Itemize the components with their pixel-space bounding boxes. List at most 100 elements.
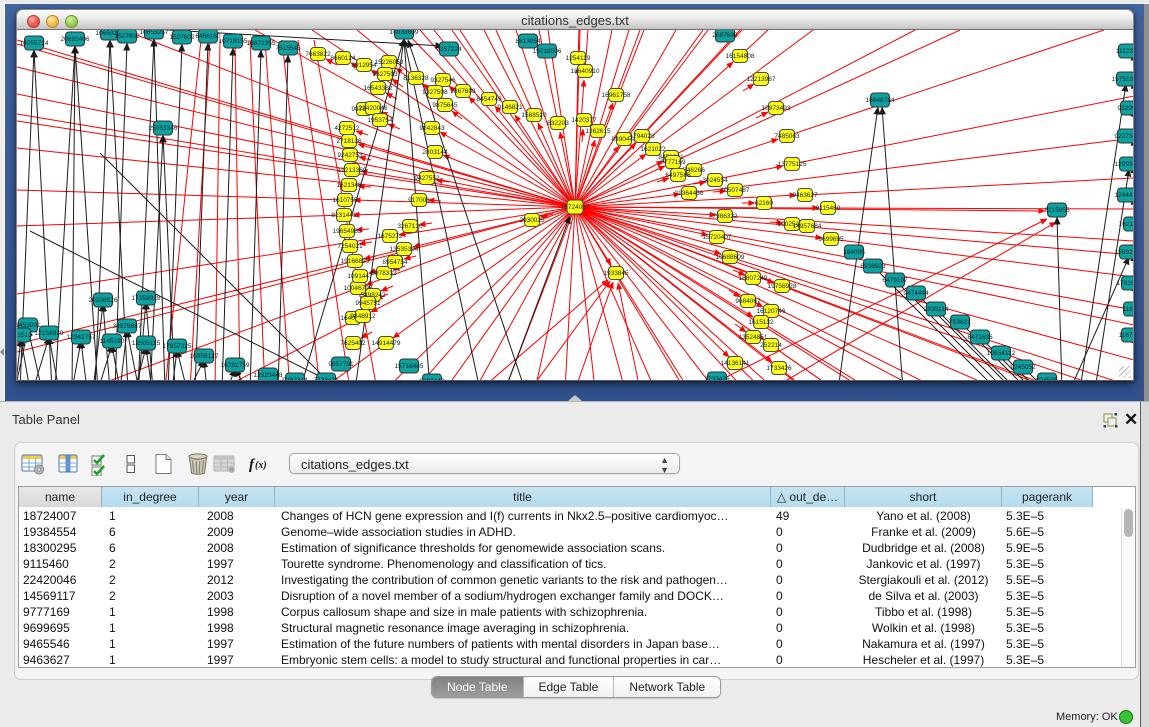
svg-text:9115460: 9115460	[816, 205, 841, 212]
svg-text:1953754: 1953754	[367, 117, 393, 124]
svg-text:1610755: 1610755	[332, 197, 358, 204]
svg-text:16120746: 16120746	[757, 308, 786, 315]
svg-text:1167534: 1167534	[1119, 332, 1134, 339]
svg-text:7986322: 7986322	[712, 213, 738, 220]
svg-text:10958127: 10958127	[190, 353, 219, 360]
svg-text:9242753: 9242753	[337, 152, 363, 159]
svg-text:25053346: 25053346	[149, 125, 178, 132]
svg-text:116753: 116753	[1122, 306, 1134, 313]
svg-text:8912954: 8912954	[351, 62, 377, 69]
svg-text:9474444: 9474444	[903, 290, 929, 297]
svg-text:8293442: 8293442	[419, 378, 445, 381]
svg-text:9427552: 9427552	[414, 175, 440, 182]
svg-text:7663822: 7663822	[305, 51, 331, 58]
svg-text:16671355: 16671355	[247, 40, 276, 47]
svg-text:15716485: 15716485	[395, 363, 424, 370]
svg-text:9282344: 9282344	[282, 377, 308, 381]
svg-text:14914479: 14914479	[372, 340, 401, 347]
svg-text:2803144: 2803144	[422, 149, 448, 156]
svg-text:10654112: 10654112	[987, 350, 1016, 357]
svg-text:164095: 164095	[843, 249, 865, 256]
svg-text:9245052: 9245052	[1010, 364, 1036, 371]
svg-text:1254119: 1254119	[566, 55, 591, 62]
svg-text:16154808: 16154808	[726, 53, 755, 60]
svg-text:1588520: 1588520	[521, 112, 547, 119]
svg-text:9875645: 9875645	[432, 102, 458, 109]
svg-text:10653267: 10653267	[140, 30, 169, 36]
svg-text:17359928: 17359928	[132, 295, 161, 302]
svg-text:18724007: 18724007	[561, 204, 590, 211]
svg-text:13775125: 13775125	[778, 161, 807, 168]
svg-text:21364436: 21364436	[675, 190, 704, 197]
svg-text:8878332: 8878332	[371, 270, 397, 277]
svg-text:15720407: 15720407	[703, 234, 732, 241]
svg-text:252214: 252214	[760, 342, 782, 349]
svg-text:22420046: 22420046	[359, 105, 388, 112]
svg-text:15692921: 15692921	[1115, 249, 1134, 256]
svg-text:1112384: 1112384	[1116, 48, 1134, 55]
svg-text:17016534: 17016534	[1117, 280, 1134, 287]
svg-text:2718126: 2718126	[336, 138, 362, 145]
svg-text:9945751: 9945751	[355, 300, 381, 307]
svg-text:16033809: 16033809	[390, 30, 419, 36]
svg-text:19654983: 19654983	[333, 228, 362, 235]
svg-text:1733426: 1733426	[766, 365, 792, 372]
svg-text:10507487: 10507487	[721, 187, 750, 194]
svg-text:8471626: 8471626	[967, 334, 993, 341]
svg-text:2930025: 2930025	[519, 217, 545, 224]
svg-text:2687682: 2687682	[712, 32, 738, 39]
svg-text:9777169: 9777169	[660, 159, 686, 166]
svg-text:6466160: 6466160	[195, 33, 221, 40]
svg-text:1733426: 1733426	[704, 376, 730, 381]
svg-text:7515545: 7515545	[275, 45, 301, 52]
svg-text:1244415: 1244415	[1114, 192, 1134, 199]
svg-text:8954754: 8954754	[382, 259, 408, 266]
svg-text:15226058: 15226058	[375, 59, 404, 66]
svg-text:12942757: 12942757	[67, 334, 96, 341]
svg-text:16210643: 16210643	[1119, 221, 1134, 228]
svg-text:1621348: 1621348	[336, 182, 362, 189]
svg-text:1527602: 1527602	[114, 33, 140, 40]
svg-text:1933845: 1933845	[603, 270, 629, 277]
svg-text:16543382: 16543382	[364, 85, 393, 92]
svg-text:3267130: 3267130	[397, 223, 423, 230]
svg-text:763621: 763621	[949, 319, 971, 326]
svg-text:8813054: 8813054	[515, 38, 541, 45]
svg-text:9242843: 9242843	[419, 125, 445, 132]
svg-text:1362615: 1362615	[585, 128, 611, 135]
svg-text:12213967: 12213967	[747, 76, 776, 83]
svg-text:924505: 924505	[1036, 377, 1058, 381]
svg-text:8660124: 8660124	[330, 55, 356, 62]
svg-text:1615132: 1615132	[748, 319, 774, 326]
svg-text:9699695: 9699695	[818, 236, 844, 243]
svg-text:8215955: 8215955	[1044, 207, 1070, 214]
svg-text:7357224: 7357224	[436, 46, 462, 53]
svg-text:3024554: 3024554	[702, 177, 728, 184]
svg-text:14957684: 14957684	[793, 223, 822, 230]
svg-text:10688609: 10688609	[716, 254, 745, 261]
svg-text:1675272: 1675272	[377, 233, 403, 240]
svg-text:7254021: 7254021	[337, 243, 363, 250]
svg-text:16648784: 16648784	[866, 97, 895, 104]
svg-text:2367608: 2367608	[450, 88, 476, 95]
svg-text:6479197: 6479197	[882, 277, 908, 284]
svg-text:8131441: 8131441	[331, 212, 357, 219]
svg-text:12213369: 12213369	[338, 167, 367, 174]
svg-text:15751074: 15751074	[1112, 76, 1134, 83]
svg-text:12156829: 12156829	[35, 330, 64, 337]
svg-text:12923448: 12923448	[254, 372, 283, 379]
svg-text:20691406: 20691406	[61, 36, 90, 43]
svg-text:(x): (x)	[255, 460, 267, 471]
svg-text:16782759: 16782759	[221, 362, 250, 369]
svg-text:17957225: 17957225	[163, 343, 192, 350]
svg-text:832203: 832203	[547, 120, 569, 127]
svg-text:10973493: 10973493	[762, 105, 791, 112]
svg-text:8454749: 8454749	[476, 96, 502, 103]
svg-text:4794028: 4794028	[629, 133, 655, 140]
svg-text:1621022: 1621022	[640, 146, 666, 153]
svg-text:1145190: 1145190	[100, 338, 125, 345]
svg-text:4272512: 4272512	[334, 125, 360, 132]
svg-text:9463627: 9463627	[792, 192, 818, 199]
svg-text:19166829: 19166829	[341, 258, 370, 265]
svg-text:16961758: 16961758	[602, 92, 631, 99]
